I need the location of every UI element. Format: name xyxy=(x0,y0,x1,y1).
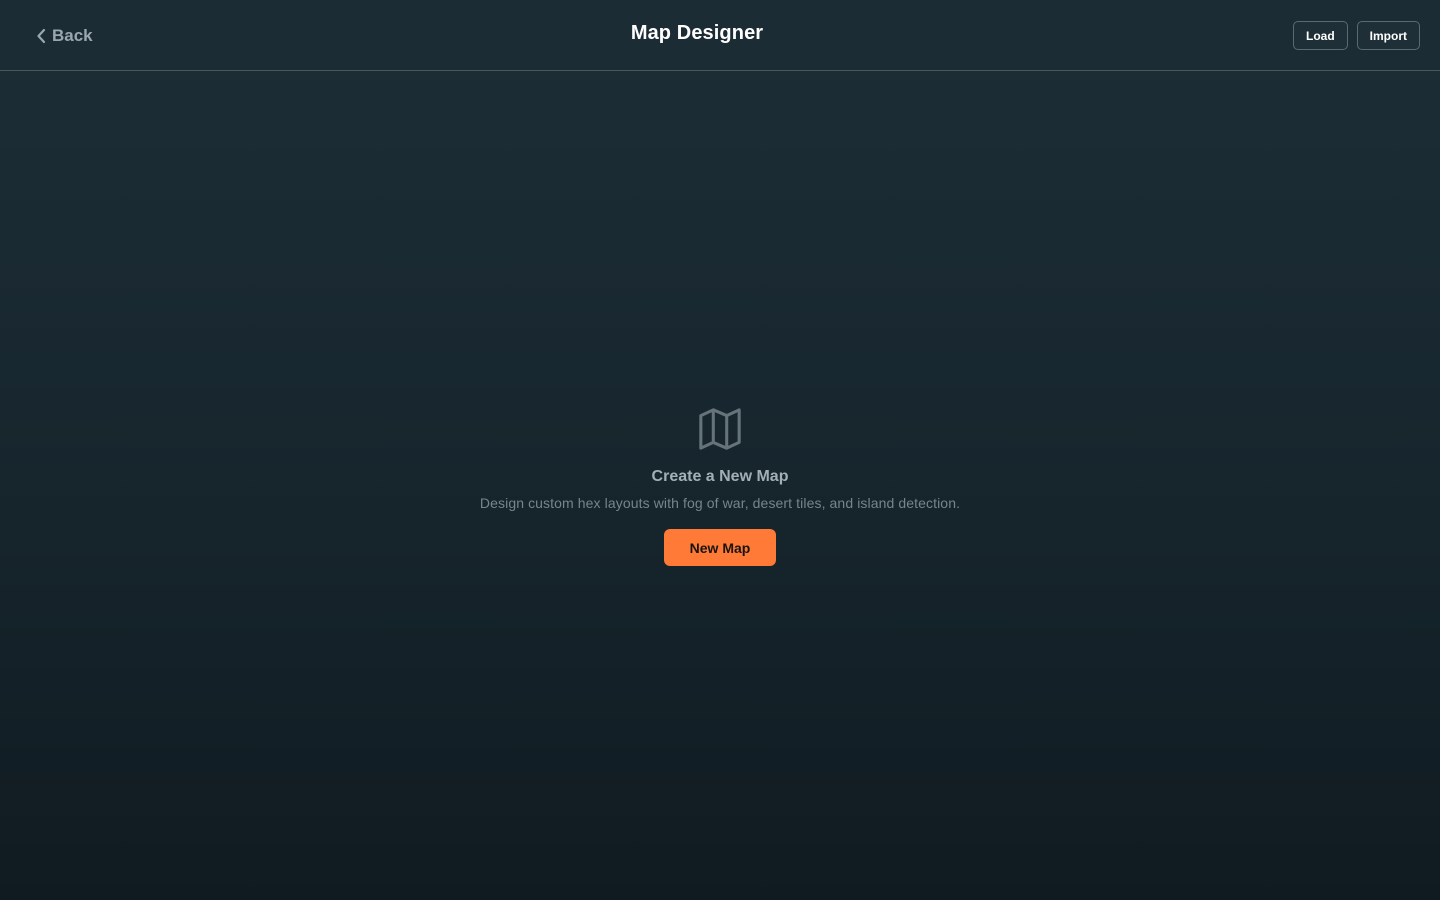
top-bar: Back Map Designer Load Import xyxy=(0,0,1440,71)
map-icon xyxy=(699,408,741,450)
empty-state: Create a New Map Design custom hex layou… xyxy=(0,406,1440,566)
new-map-button[interactable]: New Map xyxy=(664,529,776,566)
page-title: Map Designer xyxy=(630,22,764,44)
empty-state-description: Design custom hex layouts with fog of wa… xyxy=(479,495,961,511)
empty-state-title: Create a New Map xyxy=(651,468,789,485)
load-button[interactable]: Load xyxy=(1292,21,1348,50)
header-actions: Load Import xyxy=(1292,21,1420,50)
import-button[interactable]: Import xyxy=(1356,21,1420,50)
